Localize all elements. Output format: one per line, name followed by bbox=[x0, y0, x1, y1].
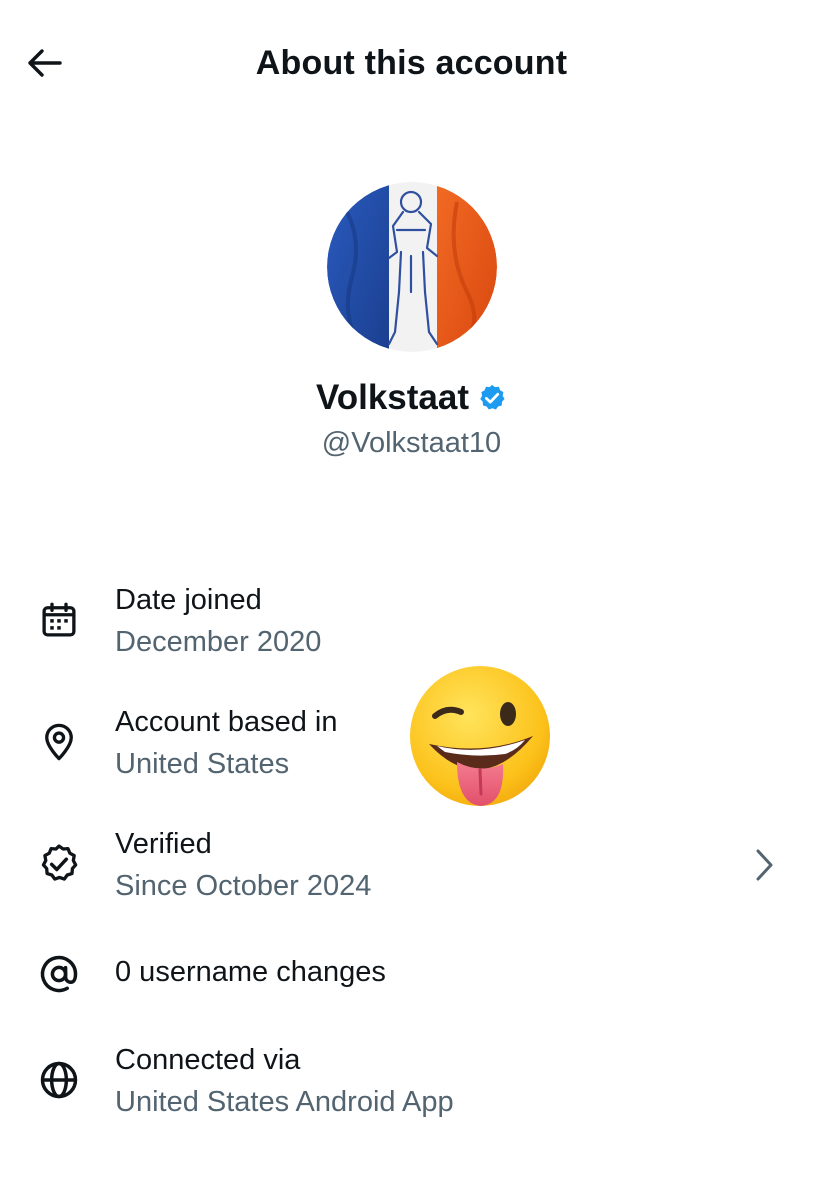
verified-row[interactable]: Verified Since October 2024 bbox=[0, 819, 823, 919]
calendar-icon bbox=[34, 595, 84, 645]
at-sign-icon bbox=[34, 949, 84, 999]
verified-check-icon bbox=[477, 383, 507, 413]
account-based-in-label: Account based in bbox=[115, 706, 338, 738]
date-joined-value: December 2020 bbox=[115, 626, 322, 658]
connected-via-label: Connected via bbox=[115, 1044, 301, 1076]
display-name: Volkstaat bbox=[315, 378, 470, 417]
username-changes-label: 0 username changes bbox=[115, 956, 386, 988]
date-joined-label: Date joined bbox=[115, 584, 262, 616]
username-handle: @Volkstaat10 bbox=[321, 427, 502, 459]
verified-label: Verified bbox=[115, 828, 212, 860]
verified-value: Since October 2024 bbox=[115, 870, 372, 902]
username-changes-row: 0 username changes bbox=[0, 949, 823, 1009]
chevron-right-icon bbox=[749, 845, 779, 885]
top-bar: About this account bbox=[0, 0, 823, 128]
globe-icon bbox=[34, 1055, 84, 1105]
name-row: Volkstaat bbox=[0, 376, 823, 420]
page-title: About this account bbox=[255, 44, 568, 82]
location-pin-icon bbox=[34, 717, 84, 767]
avatar-image bbox=[326, 182, 497, 352]
avatar[interactable] bbox=[326, 182, 497, 352]
connected-via-row: Connected via United States Android App bbox=[0, 1035, 823, 1135]
account-based-in-value: United States bbox=[115, 748, 290, 780]
winking-face-with-tongue-emoji bbox=[405, 664, 555, 814]
connected-via-value: United States Android App bbox=[115, 1086, 454, 1118]
profile-summary: Volkstaat @Volkstaat10 bbox=[0, 182, 823, 462]
date-joined-row: Date joined December 2020 bbox=[0, 575, 823, 675]
verified-seal-icon bbox=[34, 839, 84, 889]
